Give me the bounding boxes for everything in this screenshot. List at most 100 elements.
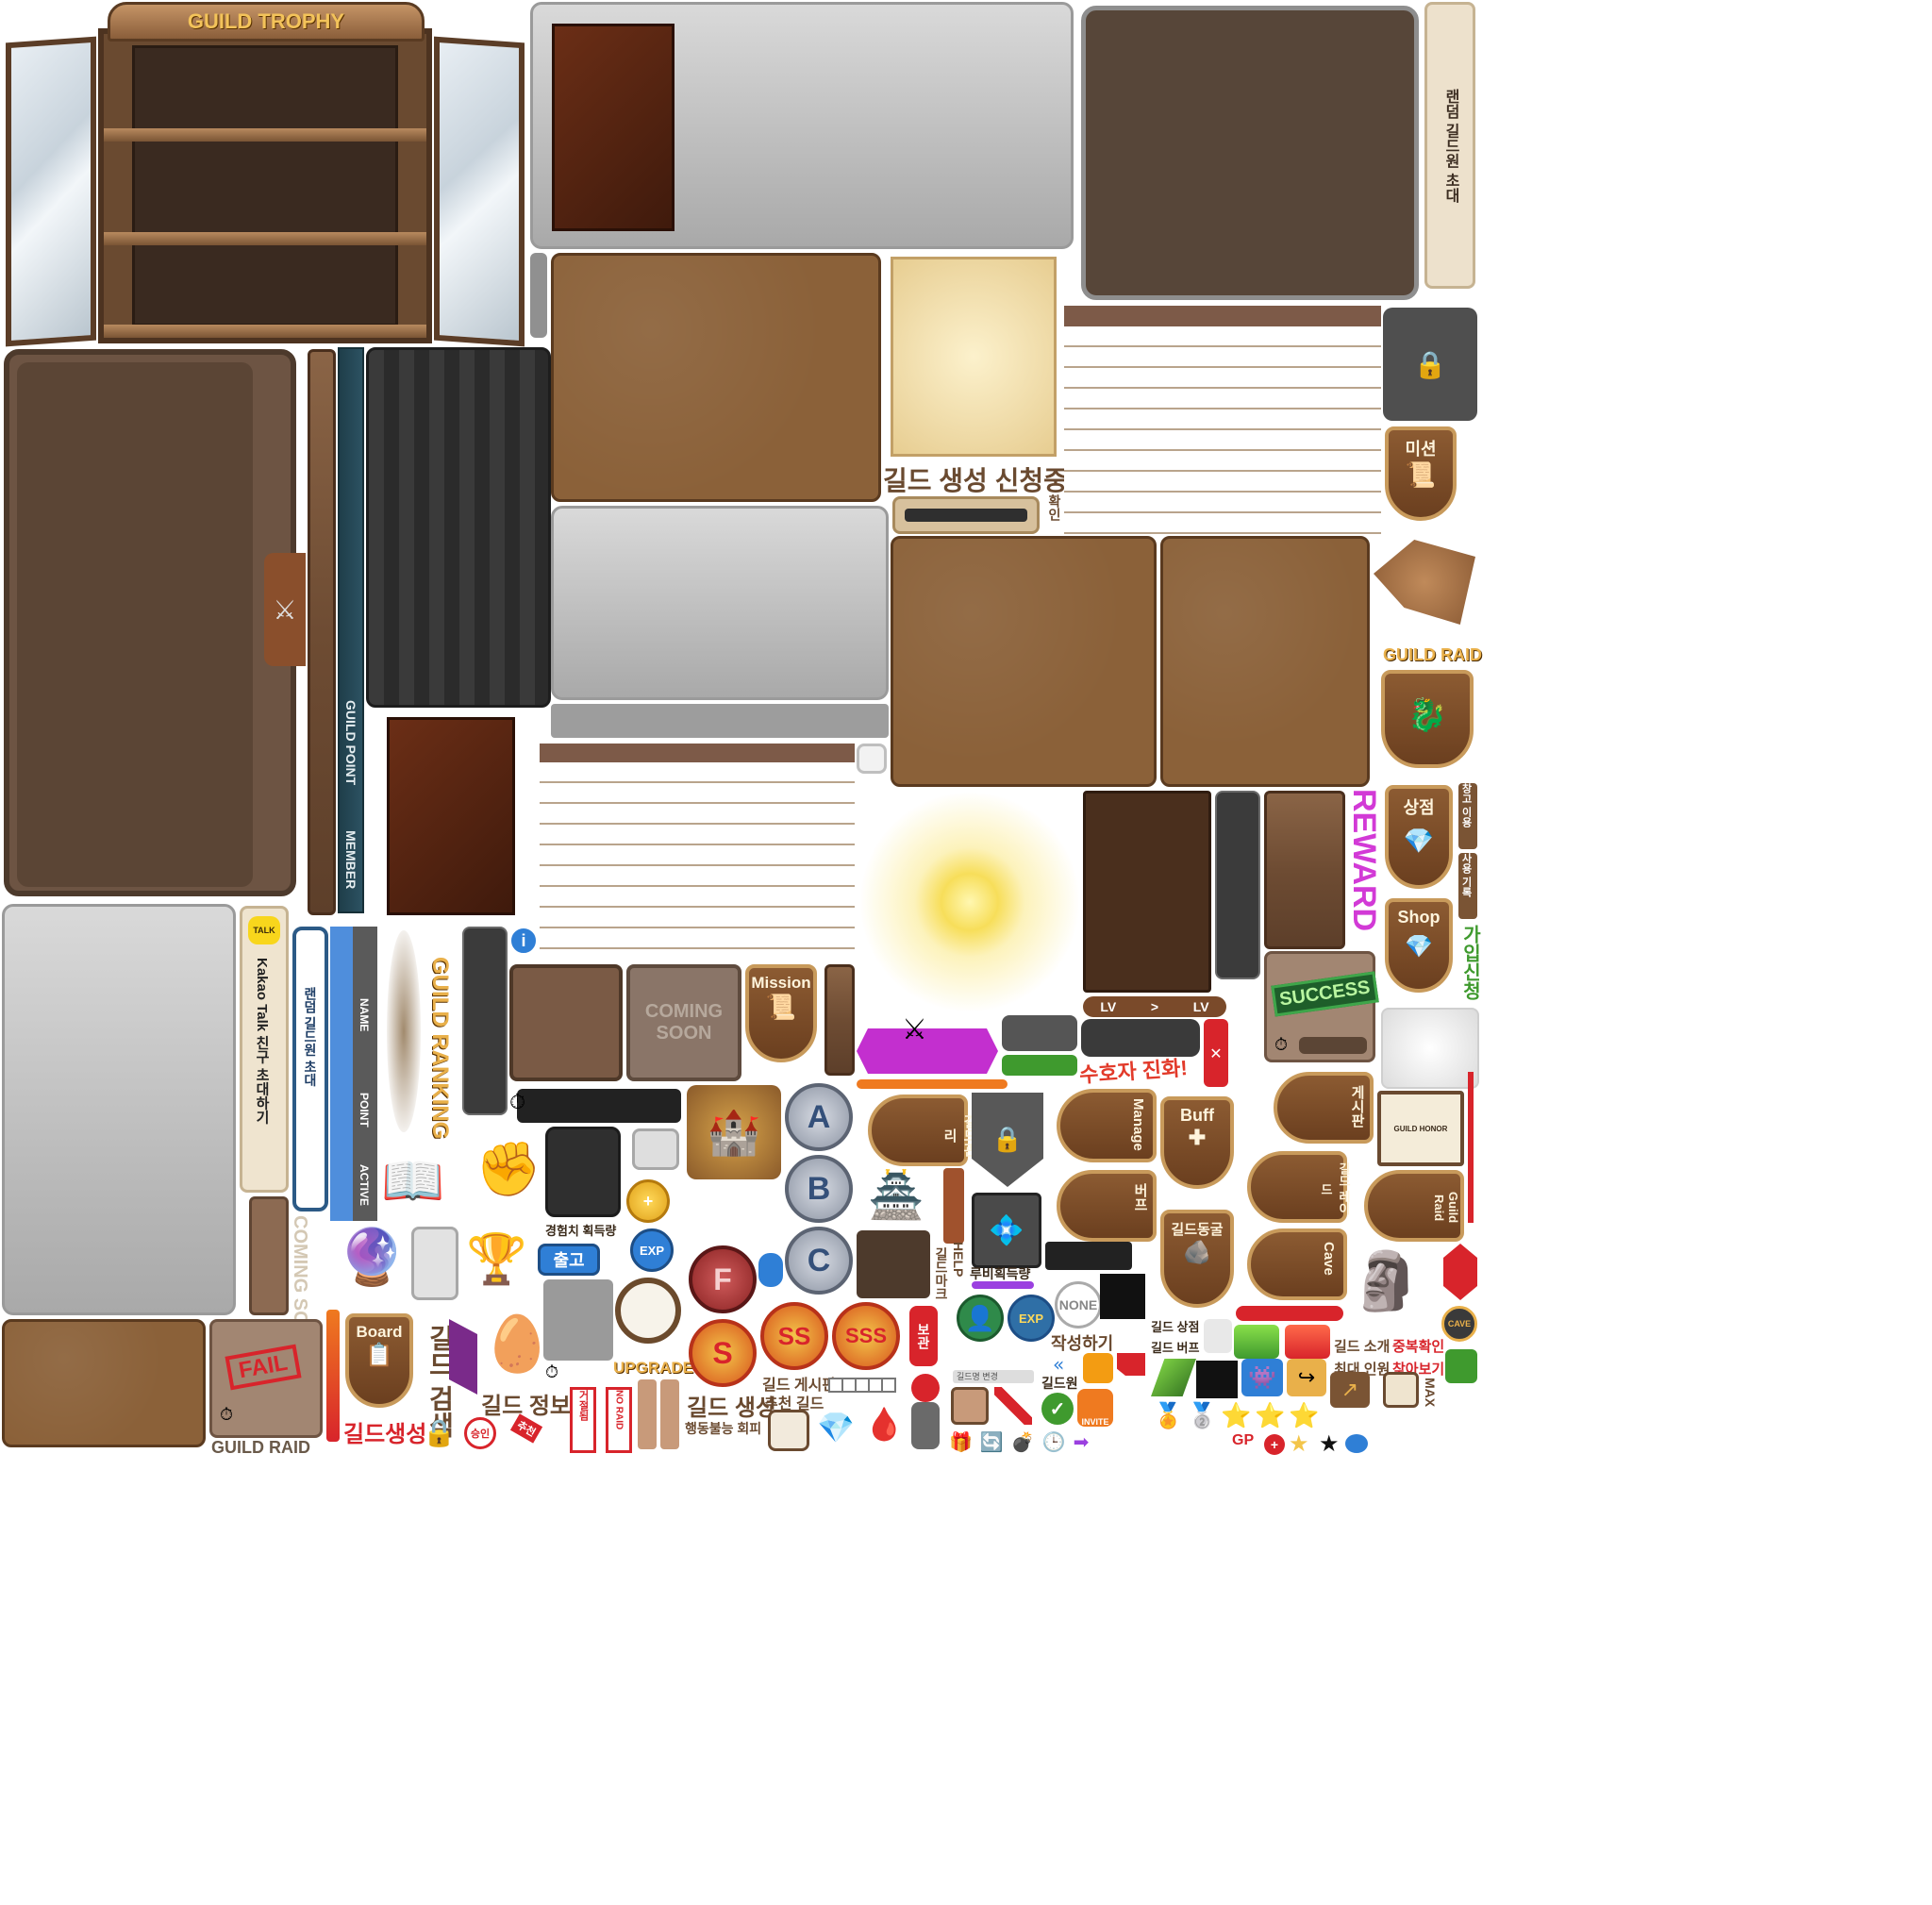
shield-manage[interactable]: Manage [1057, 1089, 1157, 1162]
exp-gain-label: 경험치 획득량 [545, 1224, 617, 1238]
dark-panel-top-right [1081, 6, 1419, 300]
name-change-label: 길드명 변경 [957, 1372, 998, 1381]
lined-paper-1 [540, 744, 855, 951]
red-slash-icon [994, 1387, 1032, 1425]
kakao-invite-button[interactable]: TALK Kakao Talk 친구 초대하기 [240, 906, 289, 1193]
action-disabled-label: 행동불능 회피 [685, 1421, 762, 1436]
add-member-icon[interactable]: 👤 [957, 1295, 1004, 1342]
clock-icon: 🕒 [1041, 1430, 1066, 1453]
big-brown-panel: ⚔ [4, 349, 306, 896]
trophy-banner: GUILD TROPHY [108, 2, 425, 42]
guild-buff-label: 길드 버프 [1151, 1341, 1200, 1355]
coming-soon-label: COMING SOON [644, 1001, 724, 1044]
withdraw-button[interactable]: 출고 [538, 1244, 600, 1276]
shield-bulletin[interactable]: 게시판 [1274, 1072, 1374, 1144]
rejected-stamp: 거절됨 [570, 1387, 596, 1453]
brown-tile-1 [509, 964, 623, 1081]
shield-shop-kr[interactable]: 상점 💎 [1385, 785, 1453, 889]
cabinet-body [98, 28, 432, 343]
info-icon[interactable]: i [509, 927, 538, 955]
join-apply-label: 가입신청 [1459, 925, 1480, 1000]
kakao-talk-icon: TALK [248, 916, 280, 944]
fail-stamp: FAIL [225, 1344, 302, 1391]
medal-m-gold: 🏅 [1153, 1402, 1184, 1430]
curved-arrow-icon[interactable]: ↪ [1287, 1359, 1326, 1396]
help-label: HELP [951, 1242, 966, 1278]
guild-raid-small-label: Guild Raid [1432, 1192, 1460, 1224]
col-name: NAME [358, 998, 371, 1032]
rejected-label: 거절됨 [577, 1390, 589, 1421]
tab-guild-point[interactable]: GUILD POINT [343, 700, 358, 785]
red-close-tab[interactable]: ✕ [1204, 1019, 1228, 1087]
leather-panel-bottom [2, 1319, 206, 1447]
up-arrow-icon[interactable]: ↗ [1330, 1372, 1370, 1408]
fail-panel: FAIL ⏱ [209, 1319, 323, 1438]
shield-mission[interactable]: 미션 📜 [1385, 426, 1457, 521]
none-icon: NONE [1055, 1281, 1102, 1328]
shield-buff-kr[interactable]: 버프 [1057, 1170, 1157, 1242]
small-castle-icon: 🏯 [868, 1169, 924, 1222]
scroll-banner [552, 24, 675, 231]
invite-random-label: 랜덤 길드원 초대 [303, 987, 318, 1087]
leather-panel-1 [551, 253, 881, 502]
grade-c-medal: C [785, 1227, 853, 1295]
guild-raid-footer: GUILD RAID [211, 1438, 310, 1457]
guild-member-label: 길드원 [1041, 1376, 1078, 1391]
shop-gem-icon: 💎 [1403, 827, 1435, 855]
guild-create-red: 길드생성 [343, 1422, 427, 1447]
blue-gem-small [758, 1253, 783, 1287]
trophy-book-icon: 📖 [381, 1151, 445, 1211]
shield-board[interactable]: Board 📋 [345, 1313, 413, 1408]
medal-s-2: ⭐ [1255, 1402, 1286, 1430]
exp-badge-icon: EXP [630, 1228, 674, 1272]
level-bar: LV > LV [1083, 996, 1226, 1017]
grade-ss-medal: SS [760, 1302, 828, 1370]
kakao-label: Kakao Talk 친구 초대하기 [254, 958, 270, 1125]
red-button-tile[interactable] [1285, 1325, 1330, 1359]
red-plus-icon[interactable]: + [1264, 1434, 1285, 1455]
max-label: MAX [1423, 1378, 1438, 1408]
shield-cave[interactable]: Cave [1247, 1228, 1347, 1300]
manage-label: Manage [1130, 1098, 1146, 1151]
green-button-tile[interactable] [1234, 1325, 1279, 1359]
mission-kr-label: 미션 [1405, 440, 1437, 459]
shield-buff[interactable]: Buff ✚ [1160, 1096, 1234, 1189]
gray-panel-bottom-left [2, 904, 236, 1315]
guild-cave-label: 길드동굴 [1171, 1222, 1224, 1238]
striped-dark-panel [366, 347, 551, 708]
side-label-invite[interactable]: 랜덤 길드원 초대 [1424, 2, 1475, 289]
shield-guild-raid-kr[interactable]: 길드 레이드 [1247, 1151, 1351, 1223]
invite-random-tab[interactable]: 랜덤 길드원 초대 [292, 927, 328, 1212]
warehouse-label: 창고 이용 [1460, 783, 1472, 828]
deposit-button[interactable]: 보관 [909, 1306, 938, 1366]
gray-box-slot [543, 1279, 613, 1361]
ruby-icon: 💎 [817, 1410, 855, 1445]
tan-square [951, 1387, 989, 1425]
lock-icon-2: 🔒 [423, 1417, 456, 1448]
name-change-button[interactable]: 길드명 변경 [953, 1370, 1034, 1383]
segmented-bar [828, 1378, 896, 1393]
shield-shop-en[interactable]: Shop 💎 [1385, 898, 1453, 993]
gray-pill-1 [1002, 1015, 1077, 1051]
shield-guild-raid-small[interactable]: Guild Raid [1364, 1170, 1464, 1242]
tab-member[interactable]: MEMBER [343, 830, 358, 889]
shield-mission-en[interactable]: Mission 📜 [745, 964, 817, 1062]
timer-icon-2: ⏱ [509, 1091, 526, 1114]
usage-log-tab[interactable]: 사용 기록 [1458, 853, 1477, 919]
orange-square [1083, 1353, 1113, 1383]
invite-badge[interactable]: INVITE [1077, 1389, 1113, 1427]
timer-icon-4: ⏱ [220, 1405, 234, 1425]
warehouse-tab[interactable]: 창고 이용 [1458, 783, 1477, 849]
wood-slot-panel [1264, 791, 1345, 949]
shield-guild-cave[interactable]: 길드동굴 🪨 [1160, 1210, 1234, 1308]
parchment [891, 257, 1057, 457]
orange-bar [857, 1079, 1008, 1089]
crossed-axes-icon-2: ⚔ [902, 1013, 927, 1046]
write-label: 작성하기 [1051, 1334, 1114, 1353]
green-check-icon[interactable]: ✓ [1041, 1393, 1074, 1425]
shield-guild-manage[interactable]: 길드관리 [868, 1095, 977, 1166]
cream-slot [768, 1410, 809, 1451]
shield-guild-raid[interactable]: 🐉 [1381, 670, 1474, 768]
small-white-button[interactable] [857, 744, 887, 774]
grade-sss-medal: SSS [832, 1302, 900, 1370]
